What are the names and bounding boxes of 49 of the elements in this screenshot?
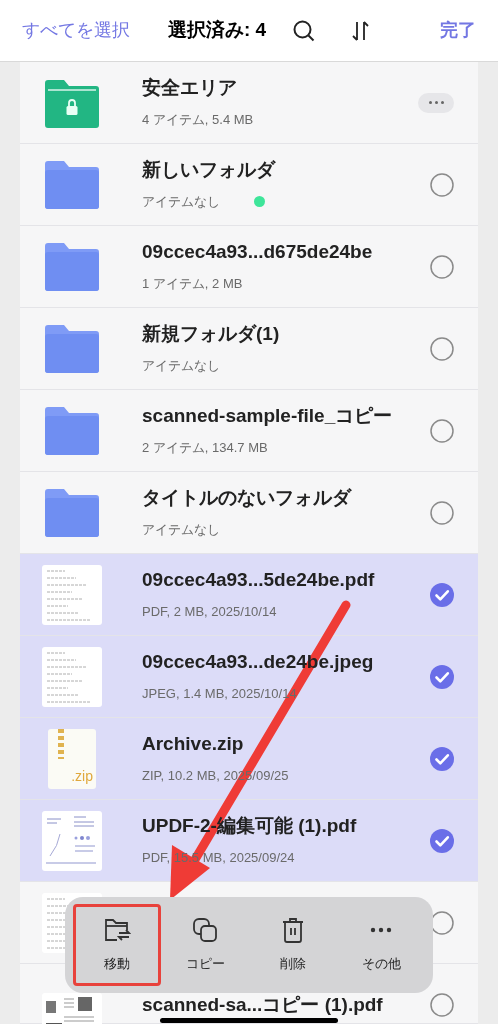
locked-folder-icon [45, 77, 99, 128]
item-details: 4 アイテム, 5.4 MB [142, 110, 254, 129]
search-icon[interactable] [292, 18, 317, 43]
item-name: scanned-sample-file_コピー [142, 403, 393, 428]
copy-icon [192, 917, 218, 944]
folder-icon [45, 488, 99, 537]
more-button[interactable] [418, 92, 454, 113]
document-thumbnail [42, 810, 102, 871]
item-name: 09ccec4a93...d675de24be [142, 239, 373, 264]
trash-icon [281, 916, 305, 945]
unchecked-circle-icon[interactable] [430, 500, 454, 525]
item-name: scanned-sa...コピー (1).pdf [142, 993, 383, 1017]
more-icon [370, 927, 392, 934]
item-details: 1 アイテム, 2 MB [142, 274, 243, 293]
folder-icon [45, 406, 99, 455]
item-name: 新規フォルダ(1) [142, 321, 280, 346]
unchecked-circle-icon[interactable] [430, 910, 454, 935]
checked-circle-icon[interactable] [430, 664, 454, 689]
item-name: Archive.zip [142, 731, 244, 756]
unchecked-circle-icon[interactable] [430, 254, 454, 279]
checked-circle-icon[interactable] [430, 746, 454, 771]
zip-file-icon: .zip [48, 728, 96, 789]
done-link[interactable]: 完了 [440, 17, 476, 44]
item-details: アイテムなし [142, 192, 220, 211]
selection-title: 選択済み: 4 [168, 18, 267, 43]
checked-circle-icon[interactable] [430, 582, 454, 607]
item-name: 安全エリア [142, 75, 237, 100]
select-all-link[interactable]: すべてを選択 [22, 17, 130, 44]
item-details: アイテムなし [142, 356, 220, 375]
folder-icon [45, 160, 99, 209]
checked-circle-icon[interactable] [430, 828, 454, 853]
folder-icon [45, 324, 99, 373]
unchecked-circle-icon[interactable] [430, 336, 454, 361]
document-thumbnail [42, 646, 102, 707]
move-button[interactable]: 移動 [73, 904, 161, 986]
folder-transfer-icon [103, 917, 131, 944]
item-details: 2 アイテム, 134.7 MB [142, 438, 268, 457]
item-details: PDF, 15.5 MB, 2025/09/24 [142, 848, 295, 867]
folder-icon [45, 242, 99, 291]
item-name: 新しいフォルダ [142, 157, 275, 182]
item-details: PDF, 2 MB, 2025/10/14 [142, 602, 277, 621]
item-name: タイトルのないフォルダ [142, 485, 351, 510]
document-thumbnail [42, 564, 102, 625]
unchecked-circle-icon[interactable] [430, 172, 454, 197]
list-row[interactable]: 09ccec4a93...5de24be.pdf PDF, 2 MB, 2025/10/14 [20, 554, 478, 636]
item-name: 09ccec4a93...5de24be.pdf [142, 567, 375, 592]
unchecked-circle-icon[interactable] [430, 418, 454, 443]
item-details: アイテムなし [142, 520, 220, 539]
unchecked-circle-icon[interactable] [430, 993, 454, 1017]
